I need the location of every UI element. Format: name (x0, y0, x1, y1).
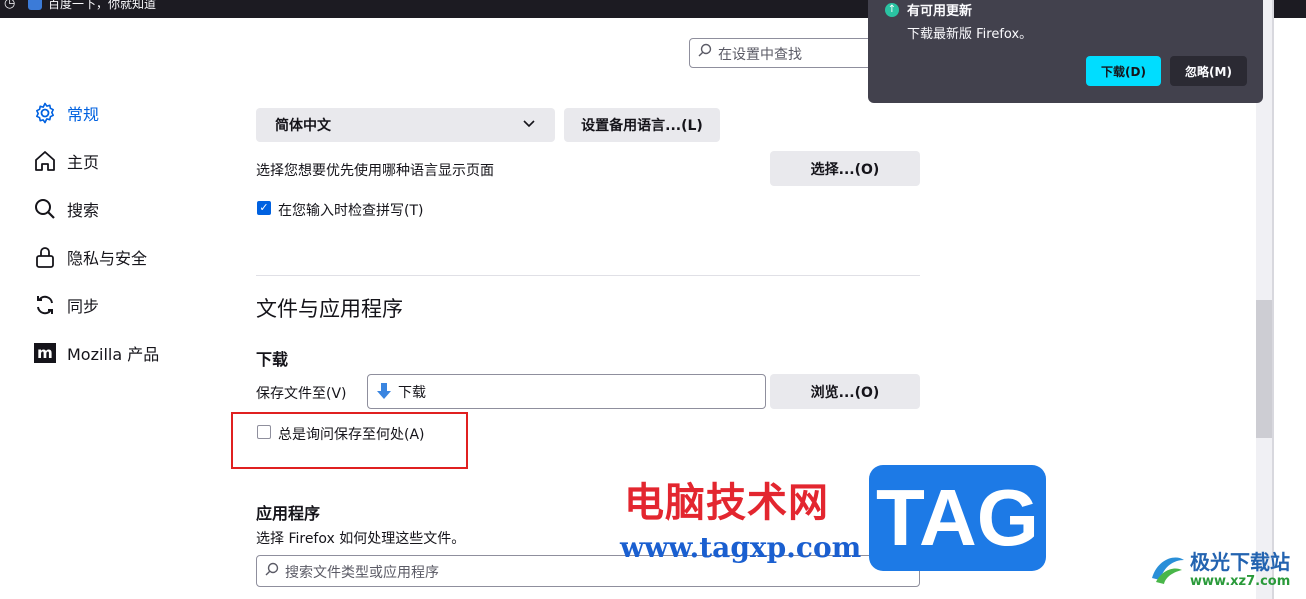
section-divider (256, 275, 920, 276)
highlight-box (231, 412, 468, 469)
sidebar-item-mozilla[interactable]: m Mozilla 产品 (33, 340, 159, 366)
update-title: 有可用更新 (907, 4, 973, 19)
sidebar-item-label: 搜索 (67, 201, 100, 220)
mozilla-icon: m (33, 341, 57, 365)
search-icon (265, 561, 279, 580)
save-to-label: 保存文件至(V) (256, 386, 347, 402)
choose-language-button[interactable]: 选择...(O) (770, 151, 920, 186)
sidebar-item-general[interactable]: 常规 (33, 100, 99, 126)
lock-icon (33, 245, 57, 269)
alt-language-button[interactable]: 设置备用语言...(L) (564, 108, 720, 142)
ignore-update-button[interactable]: 忽略(M) (1170, 56, 1247, 86)
browse-button[interactable]: 浏览...(O) (770, 374, 920, 409)
sidebar-item-label: 隐私与安全 (67, 249, 148, 268)
update-notification: ↑ 有可用更新 下载最新版 Firefox。 下载(D) 忽略(M) (868, 0, 1263, 103)
gear-icon (33, 101, 57, 125)
clock-icon: ◷ (4, 0, 16, 11)
sidebar-item-sync[interactable]: 同步 (33, 292, 99, 318)
watermark-site-name: 极光下载站 (1190, 550, 1290, 574)
applications-description: 选择 Firefox 如何处理这些文件。 (256, 531, 466, 547)
search-icon (698, 43, 712, 61)
sidebar-item-label: 同步 (67, 297, 100, 316)
spellcheck-checkbox[interactable]: ✓ (257, 201, 271, 215)
search-icon (33, 197, 57, 221)
sync-icon (33, 293, 57, 317)
applications-heading: 应用程序 (256, 504, 321, 523)
baidu-favicon-icon (28, 0, 42, 10)
watermark-url: www.tagxp.com (620, 531, 862, 564)
sidebar-item-label: 常规 (67, 105, 100, 124)
scrollbar-thumb[interactable] (1256, 300, 1272, 438)
home-icon (33, 149, 57, 173)
language-prompt: 选择您想要优先使用哪种语言显示页面 (256, 163, 494, 179)
files-apps-heading: 文件与应用程序 (256, 297, 403, 321)
download-update-button[interactable]: 下载(D) (1086, 56, 1161, 86)
settings-search-input[interactable]: 在设置中查找 (689, 38, 874, 68)
applications-search-placeholder: 搜索文件类型或应用程序 (285, 565, 439, 581)
sidebar-item-search[interactable]: 搜索 (33, 196, 99, 222)
language-select[interactable]: 简体中文 (256, 108, 555, 142)
chevron-down-icon (521, 115, 537, 135)
watermark-cn-text: 电脑技术网 (624, 480, 829, 526)
search-placeholder: 在设置中查找 (718, 47, 802, 63)
download-folder-value: 下载 (398, 385, 426, 401)
watermark-tag-logo: TAG (869, 465, 1046, 571)
download-folder-field[interactable]: 下载 (367, 374, 766, 409)
sidebar-item-privacy[interactable]: 隐私与安全 (33, 244, 147, 270)
tab-title[interactable]: 百度一下，你就知道 (48, 0, 156, 12)
svg-text:m: m (37, 344, 53, 362)
sidebar-item-label: Mozilla 产品 (67, 345, 160, 364)
update-arrow-icon: ↑ (885, 3, 899, 17)
aurora-logo-icon (1152, 557, 1184, 584)
downloads-heading: 下载 (256, 350, 289, 369)
spellcheck-label[interactable]: 在您输入时检查拼写(T) (278, 200, 423, 220)
sidebar-item-label: 主页 (67, 153, 100, 172)
update-message: 下载最新版 Firefox。 (907, 27, 1033, 42)
language-selected-value: 简体中文 (275, 118, 331, 134)
sidebar-item-home[interactable]: 主页 (33, 148, 99, 174)
download-arrow-icon (376, 381, 392, 405)
window-edge (1272, 0, 1274, 599)
watermark-site-url: www.xz7.com (1190, 574, 1291, 589)
